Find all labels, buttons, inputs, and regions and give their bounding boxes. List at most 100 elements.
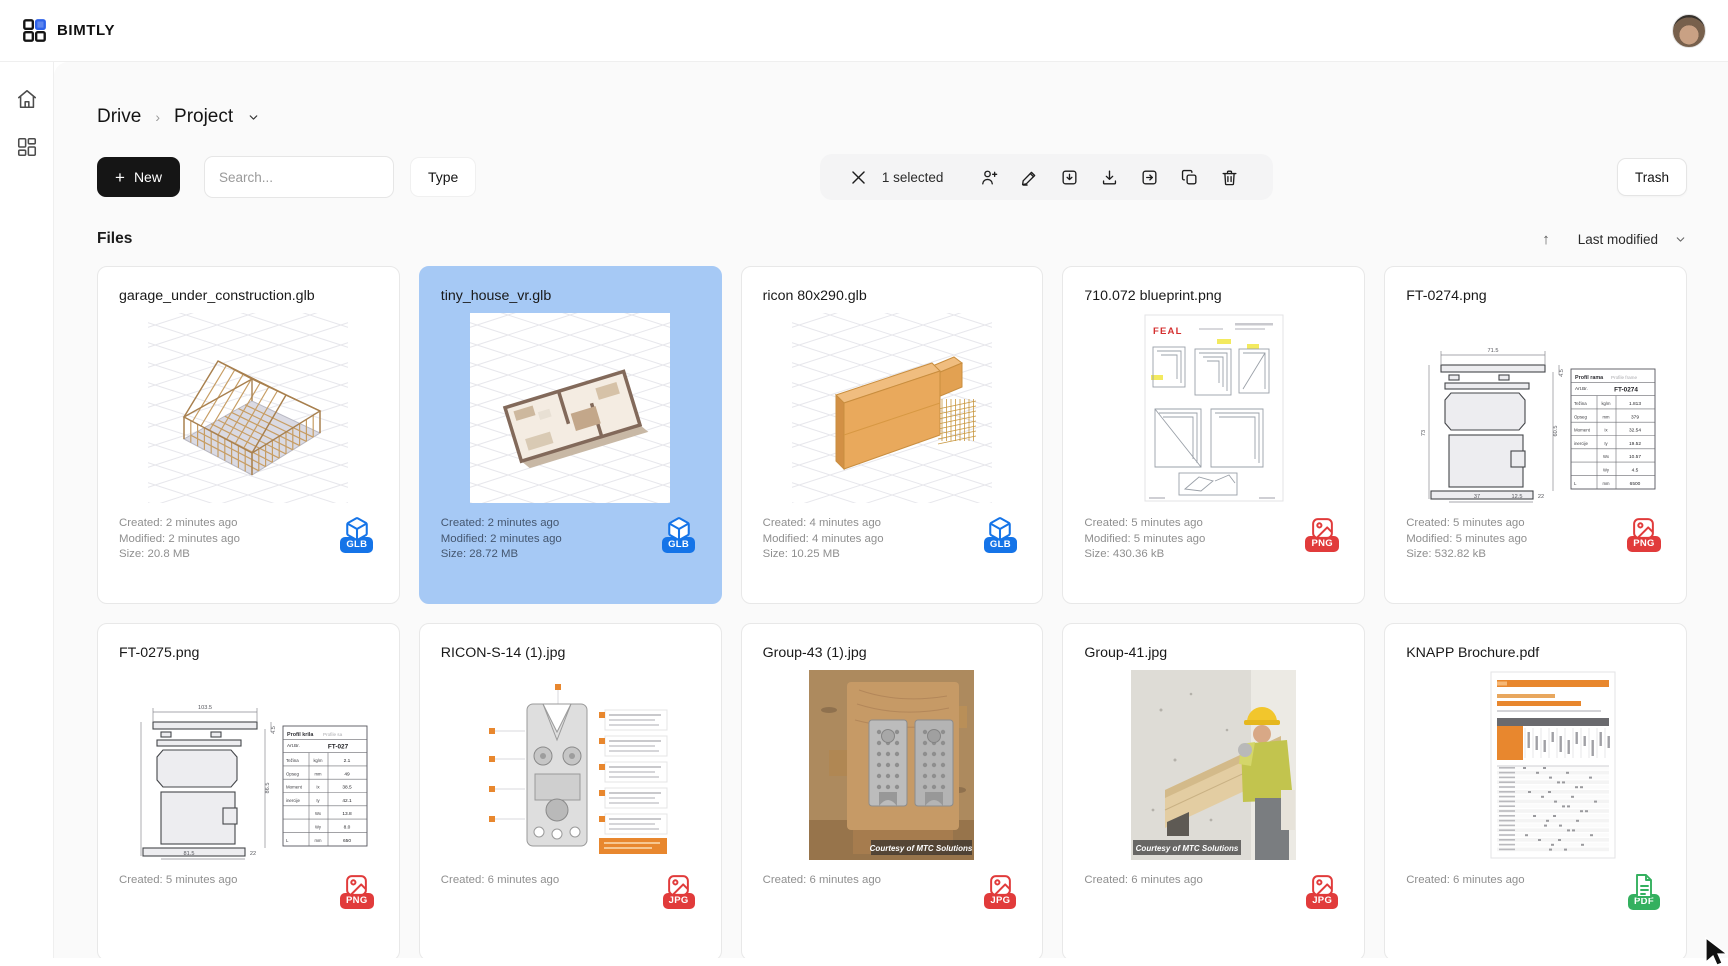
thumbnail-art: 71.5 73 60.5 4.5 37 12.5 22 Profil rama … <box>1411 313 1661 503</box>
file-thumbnail: Courtesy of MTC Solutions <box>1084 670 1343 860</box>
brand-name: BIMTLY <box>57 22 115 39</box>
add-user-button[interactable] <box>969 168 1009 187</box>
file-created: Created: 5 minutes ago <box>119 873 237 889</box>
file-modified: Modified: 5 minutes ago <box>1406 532 1527 548</box>
file-name: tiny_house_vr.glb <box>441 288 700 304</box>
file-type-badge: JPG <box>979 873 1021 909</box>
trash-view-button[interactable]: Trash <box>1617 158 1687 196</box>
svg-text:Wy: Wy <box>315 825 322 830</box>
svg-text:2.1: 2.1 <box>344 758 351 764</box>
svg-text:Moment: Moment <box>286 785 303 790</box>
move-button[interactable] <box>1129 168 1169 187</box>
plus-icon: + <box>115 169 125 186</box>
svg-text:Art.Br.: Art.Br. <box>1575 386 1588 391</box>
svg-text:38.5: 38.5 <box>343 785 353 791</box>
svg-text:Art.Br.: Art.Br. <box>287 743 300 748</box>
svg-text:Težina: Težina <box>1574 401 1587 406</box>
file-name: 710.072 blueprint.png <box>1084 288 1343 304</box>
svg-text:73: 73 <box>1421 430 1427 436</box>
file-thumbnail <box>763 313 1022 503</box>
file-size <box>1084 904 1202 920</box>
image-file-icon <box>666 873 691 898</box>
file-type-badge: GLB <box>658 516 700 553</box>
file-card[interactable]: garage_under_construction.glb Created: 2… <box>97 266 400 604</box>
breadcrumb-project[interactable]: Project <box>174 106 233 128</box>
file-type-badge: GLB <box>979 516 1021 553</box>
save-button[interactable] <box>1049 168 1089 187</box>
main-content: Drive › Project + New Type 1 selected <box>54 62 1728 958</box>
svg-text:kg/m: kg/m <box>314 758 324 763</box>
file-card[interactable]: FT-0274.png 71.5 73 60.5 4.5 37 12.5 22 … <box>1384 266 1687 604</box>
file-size <box>1406 904 1524 920</box>
download-button[interactable] <box>1089 168 1129 187</box>
sort-label[interactable]: Last modified <box>1578 232 1658 247</box>
selection-count: 1 selected <box>882 170 944 185</box>
file-card[interactable]: 710.072 blueprint.png FEAL Created: 5 mi… <box>1062 266 1365 604</box>
svg-text:kg/m: kg/m <box>1601 401 1611 406</box>
file-meta: Created: 2 minutes ago Modified: 2 minut… <box>441 516 700 563</box>
svg-text:12.5: 12.5 <box>1511 494 1522 500</box>
type-filter-button[interactable]: Type <box>410 157 476 197</box>
file-modified: Modified: 2 minutes ago <box>119 532 240 548</box>
user-avatar[interactable] <box>1672 14 1706 48</box>
new-button[interactable]: + New <box>97 157 180 197</box>
svg-text:Wy: Wy <box>1603 468 1610 473</box>
file-card[interactable]: RICON-S-14 (1).jpg <box>419 623 722 958</box>
add-user-icon <box>980 168 999 187</box>
file-thumbnail: 71.5 73 60.5 4.5 37 12.5 22 Profil rama … <box>1406 313 1665 503</box>
home-icon[interactable] <box>16 88 38 110</box>
duplicate-button[interactable] <box>1169 168 1209 187</box>
file-meta: Created: 6 minutes ago JPG <box>441 873 700 920</box>
file-type-badge: PNG <box>1301 516 1343 552</box>
files-title: Files <box>97 230 132 248</box>
svg-text:4.5: 4.5 <box>1559 369 1565 377</box>
sort-control[interactable]: ↑ Last modified <box>1542 231 1687 248</box>
file-name: Group-41.jpg <box>1084 645 1343 661</box>
file-created: Created: 5 minutes ago <box>1084 516 1205 532</box>
file-type-badge: PDF <box>1623 873 1665 910</box>
toolbar: + New Type 1 selected <box>97 154 1687 200</box>
delete-button[interactable] <box>1209 168 1249 187</box>
breadcrumb-drive[interactable]: Drive <box>97 106 141 128</box>
file-type-badge: JPG <box>658 873 700 909</box>
file-card[interactable]: tiny_house_vr.glb Created: 2 minutes ago… <box>419 266 722 604</box>
file-type-badge: JPG <box>1301 873 1343 909</box>
thumbnail-art <box>792 313 992 503</box>
svg-text:379: 379 <box>1631 414 1639 420</box>
svg-text:86.5: 86.5 <box>265 783 271 794</box>
close-icon[interactable] <box>844 168 874 187</box>
svg-text:13.8: 13.8 <box>343 811 353 817</box>
file-size: Size: 20.8 MB <box>119 547 240 563</box>
svg-text:81.5: 81.5 <box>184 851 195 857</box>
glb-cube-icon <box>666 516 692 542</box>
dashboard-grid-icon[interactable] <box>16 136 38 158</box>
file-created: Created: 6 minutes ago <box>1406 873 1524 889</box>
file-card[interactable]: FT-0275.png 103.5 86.5 4.5 81.5 22 Profi… <box>97 623 400 958</box>
svg-text:10.57: 10.57 <box>1629 454 1641 460</box>
file-created: Created: 5 minutes ago <box>1406 516 1527 532</box>
breadcrumb: Drive › Project <box>97 106 1687 128</box>
file-card[interactable]: ricon 80x290.glb Created: 4 minutes ago … <box>741 266 1044 604</box>
top-bar: BIMTLY <box>0 0 1728 62</box>
image-file-icon <box>1310 516 1335 541</box>
file-size: Size: 10.25 MB <box>763 547 884 563</box>
glb-cube-icon <box>987 516 1013 542</box>
svg-text:6500: 6500 <box>1629 481 1640 487</box>
file-created: Created: 4 minutes ago <box>763 516 884 532</box>
file-size <box>119 904 237 920</box>
file-created: Created: 6 minutes ago <box>763 873 881 889</box>
file-card[interactable]: Group-41.jpg Courtesy of MTC Solutions C… <box>1062 623 1365 958</box>
svg-text:Wx: Wx <box>1603 454 1610 459</box>
file-card[interactable]: Group-43 (1).jpg Courtesy of MTC Solutio… <box>741 623 1044 958</box>
search-input[interactable] <box>204 156 394 198</box>
svg-text:Profil rama: Profil rama <box>1575 375 1604 381</box>
sort-direction-icon[interactable]: ↑ <box>1542 231 1550 248</box>
file-meta: Created: 5 minutes ago PNG <box>119 873 378 920</box>
file-card[interactable]: KNAPP Brochure.pdf <box>1384 623 1687 958</box>
rename-button[interactable] <box>1009 168 1049 187</box>
chevron-down-icon[interactable] <box>247 111 260 124</box>
file-size: Size: 532.82 kB <box>1406 547 1527 563</box>
save-box-icon <box>1060 168 1079 187</box>
chevron-down-icon[interactable] <box>1674 233 1687 246</box>
file-name: Group-43 (1).jpg <box>763 645 1022 661</box>
